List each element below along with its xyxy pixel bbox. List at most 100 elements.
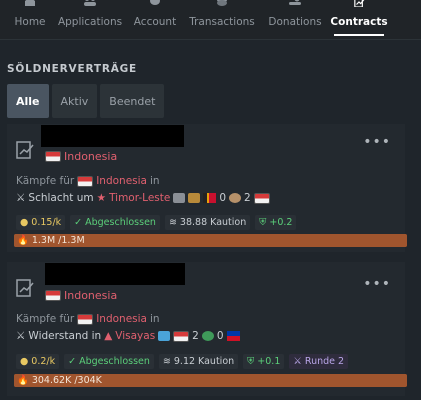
damage-progress-bar: 🔥 304.62K /304K bbox=[14, 374, 407, 387]
crossed-swords-icon: ⚔ bbox=[16, 192, 26, 204]
timor-leste-flag-icon bbox=[203, 193, 217, 203]
rate-tag: ● 0.15/k bbox=[16, 215, 66, 230]
shield-icon: ⛨ bbox=[259, 217, 267, 228]
fight-for-label: Kämpfe für bbox=[16, 175, 75, 187]
star-icon: ★ bbox=[96, 192, 107, 204]
round-text: Runde 2 bbox=[304, 356, 345, 367]
nav-contracts-label: Contracts bbox=[330, 16, 388, 28]
fist-icon bbox=[201, 331, 214, 341]
nav-home-label: Home bbox=[14, 16, 46, 28]
in-label: in bbox=[149, 313, 160, 325]
fight-for-country[interactable]: Indonesia bbox=[96, 313, 147, 325]
coins-icon bbox=[217, 0, 227, 6]
deposit-tag: ≋ 9.12 Kaution bbox=[158, 354, 239, 369]
country-name: Indonesia bbox=[64, 289, 118, 302]
nav-transactions[interactable]: Transactions bbox=[189, 0, 255, 40]
status-badge: ✓ Abgeschlossen bbox=[70, 215, 160, 230]
philippines-flag-icon bbox=[226, 331, 240, 341]
contract-country[interactable]: Indonesia bbox=[45, 289, 117, 302]
contract-tags: ● 0.15/k ✓ Abgeschlossen ≋ 38.88 Kaution ⛨ +… bbox=[16, 215, 297, 230]
gold-coin-icon: ● bbox=[20, 356, 29, 367]
damage-progress-bar: 🔥 1.3M /1.3M bbox=[14, 234, 407, 247]
indonesia-flag-icon bbox=[45, 151, 61, 162]
country-name: Indonesia bbox=[64, 150, 118, 163]
attacker-count: 2 bbox=[192, 330, 199, 342]
bonus-tag: ⛨ +0.2 bbox=[255, 215, 297, 230]
indonesia-flag-icon bbox=[45, 290, 61, 301]
filter-active[interactable]: Aktiv bbox=[51, 84, 98, 118]
status-text: Abgeschlossen bbox=[85, 217, 156, 228]
in-label: in bbox=[149, 175, 160, 187]
rate-value: 0.2/k bbox=[31, 356, 56, 367]
hand-coins-icon bbox=[289, 0, 301, 5]
fire-icon: 🔥 bbox=[17, 235, 29, 246]
progress-text: 304.62K /304K bbox=[31, 375, 102, 386]
fire-icon: 🔥 bbox=[17, 375, 29, 386]
battle-type: Schlacht um bbox=[28, 192, 94, 204]
more-options-button[interactable]: ••• bbox=[363, 276, 391, 292]
piggy-bank-icon bbox=[150, 0, 160, 5]
defender-count: 0 bbox=[216, 330, 224, 342]
indonesia-flag-icon bbox=[173, 330, 190, 342]
nav-applications[interactable]: Applications bbox=[58, 0, 122, 40]
deposit-value: 9.12 Kaution bbox=[173, 356, 235, 367]
more-options-button[interactable]: ••• bbox=[363, 134, 391, 150]
contract-country[interactable]: Indonesia bbox=[45, 150, 117, 163]
status-badge: ✓ Abgeschlossen bbox=[64, 354, 154, 369]
contract-document-icon bbox=[16, 141, 34, 159]
indonesia-flag-icon bbox=[77, 313, 94, 325]
redacted-name bbox=[41, 125, 184, 147]
battle-line: ⚔ Schlacht um ★ Timor-Leste 0 2 bbox=[16, 192, 270, 204]
filter-all[interactable]: Alle bbox=[7, 84, 49, 118]
mountain-icon: ▲ bbox=[104, 330, 113, 342]
fight-for-line: Kämpfe für Indonesia in bbox=[16, 175, 160, 187]
contract-card[interactable]: Indonesia ••• Kämpfe für Indonesia in ⚔ … bbox=[7, 262, 407, 396]
indonesia-flag-icon bbox=[77, 175, 94, 187]
crossed-swords-icon: ⚔ bbox=[16, 330, 26, 342]
contract-tags: ● 0.2/k ✓ Abgeschlossen ≋ 9.12 Kaution ⛨ +0.… bbox=[16, 354, 349, 369]
battle-region[interactable]: Timor-Leste bbox=[109, 192, 170, 204]
nav-donations-label: Donations bbox=[268, 16, 322, 28]
top-navigation: Home Applications Account Transactions D… bbox=[0, 0, 421, 40]
rate-tag: ● 0.2/k bbox=[16, 354, 60, 369]
defender-count: 0 bbox=[219, 192, 227, 204]
nav-home[interactable]: Home bbox=[14, 0, 46, 40]
rate-value: 0.15/k bbox=[31, 217, 62, 228]
round-badge: ⚔ Runde 2 bbox=[289, 354, 349, 369]
contract-document-icon bbox=[16, 279, 34, 297]
home-icon bbox=[25, 0, 35, 6]
status-text: Abgeschlossen bbox=[79, 356, 150, 367]
shield-icon: ⛨ bbox=[247, 356, 255, 367]
attacker-count: 2 bbox=[244, 192, 251, 204]
fight-for-country[interactable]: Indonesia bbox=[96, 175, 147, 187]
progress-text: 1.3M /1.3M bbox=[31, 235, 85, 246]
nav-account[interactable]: Account bbox=[134, 0, 176, 40]
contract-card[interactable]: Indonesia ••• Kämpfe für Indonesia in ⚔ … bbox=[7, 124, 407, 252]
battle-region[interactable]: Visayas bbox=[115, 330, 155, 342]
battle-line: ⚔ Widerstand in ▲ Visayas 2 0 bbox=[16, 330, 240, 342]
check-icon: ✓ bbox=[74, 217, 83, 228]
bonus-value: +0.1 bbox=[257, 356, 281, 367]
people-icon bbox=[84, 0, 96, 6]
fight-for-label: Kämpfe für bbox=[16, 313, 75, 325]
nav-contracts[interactable]: Contracts bbox=[330, 0, 388, 40]
deposit-tag: ≋ 38.88 Kaution bbox=[164, 215, 251, 230]
nav-applications-label: Applications bbox=[57, 16, 123, 28]
nav-donations[interactable]: Donations bbox=[268, 0, 322, 40]
indonesia-flag-icon bbox=[253, 192, 270, 204]
contract-icon bbox=[354, 0, 365, 7]
gold-coin-icon: ● bbox=[20, 217, 29, 228]
filter-ended[interactable]: Beendet bbox=[100, 84, 165, 118]
chest-icon bbox=[173, 193, 186, 203]
deposit-value: 38.88 Kaution bbox=[179, 217, 247, 228]
coins-icon: ≋ bbox=[168, 217, 177, 228]
nav-account-label: Account bbox=[133, 16, 177, 28]
diamond-icon bbox=[158, 331, 171, 341]
loot-box-icon bbox=[188, 193, 201, 203]
check-icon: ✓ bbox=[68, 356, 77, 367]
nav-transactions-label: Transactions bbox=[189, 16, 255, 28]
redacted-name bbox=[45, 263, 185, 285]
bonus-value: +0.2 bbox=[269, 217, 293, 228]
coins-icon: ≋ bbox=[162, 356, 171, 367]
section-title: SÖLDNERVERTRÄGE bbox=[7, 63, 138, 75]
